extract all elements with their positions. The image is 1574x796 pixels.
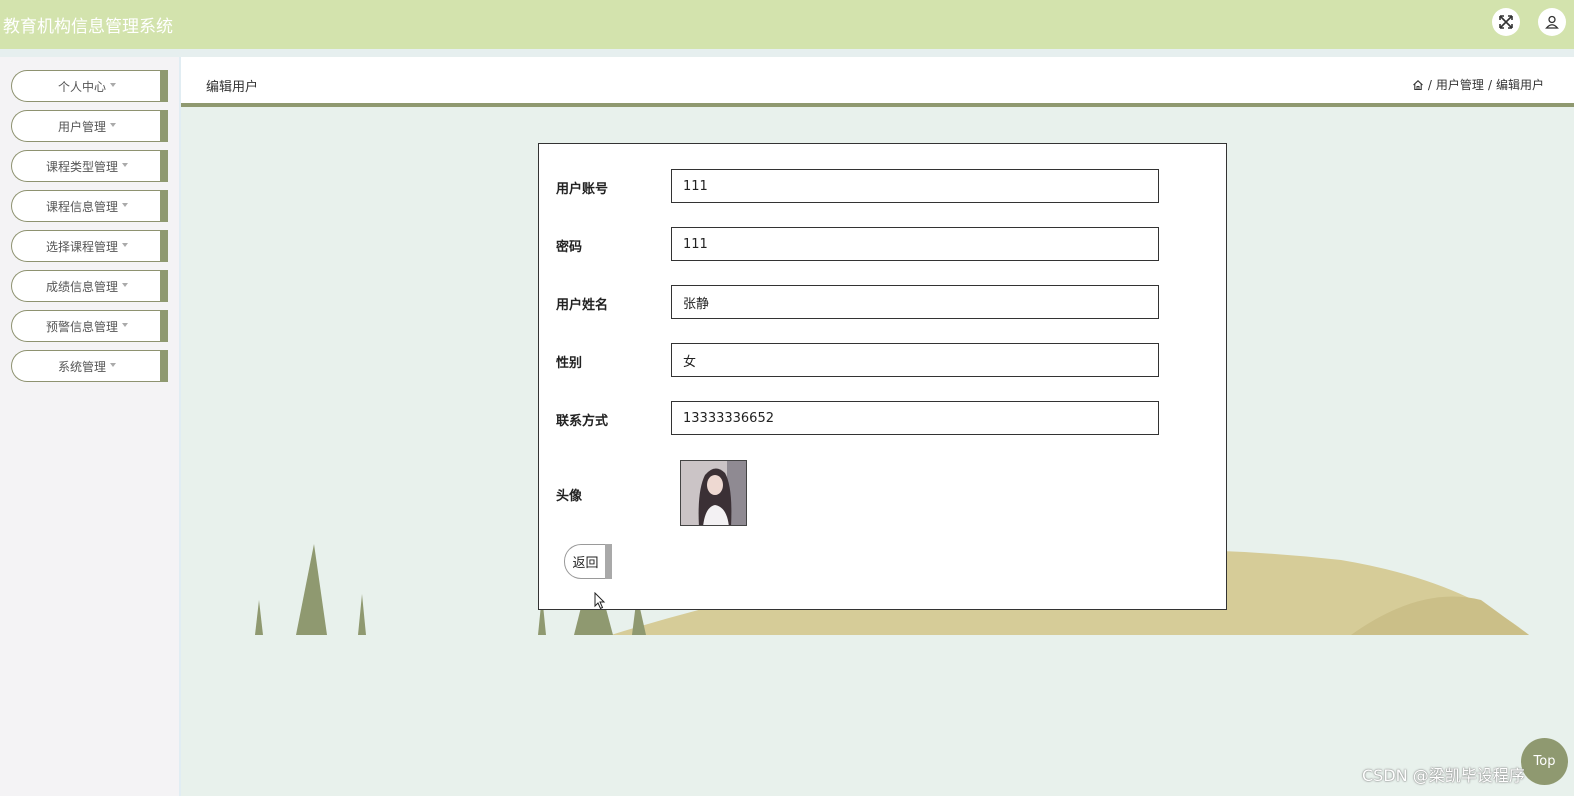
form-label-avatar: 头像 [556,489,583,504]
avatar-photo [681,461,746,525]
sidebar-item-personal-center[interactable]: 个人中心 [11,70,168,102]
sidebar-item-label: 个人中心 [57,79,106,94]
caret-down-icon [122,323,128,327]
caret-down-icon [110,123,116,127]
sidebar-item-grade-info-management[interactable]: 成绩信息管理 [11,270,168,302]
back-button[interactable]: 返回 [564,544,612,579]
menu-item-accent-bar [160,70,168,102]
back-button-accent-bar [605,544,612,579]
tree-shape [255,600,263,635]
avatar[interactable] [680,460,747,526]
breadcrumb: / 用户管理 / 编辑用户 [1412,76,1544,93]
menu-item-accent-bar [160,190,168,222]
account-input[interactable] [671,169,1159,203]
user-menu-button[interactable] [1538,8,1566,36]
menu-item-accent-bar [160,270,168,302]
caret-down-icon [122,283,128,287]
sidebar-item-course-info-management[interactable]: 课程信息管理 [11,190,168,222]
sidebar-item-label: 成绩信息管理 [45,279,118,294]
sidebar-item-user-management[interactable]: 用户管理 [11,110,168,142]
menu-item-accent-bar [160,310,168,342]
menu-item-accent-bar [160,110,168,142]
password-input[interactable] [671,227,1159,261]
caret-down-icon [122,163,128,167]
page-header: 编辑用户 / 用户管理 / 编辑用户 [181,57,1574,107]
top-bar: 教育机构信息管理系统 [0,0,1574,49]
sidebar-item-course-type-management[interactable]: 课程类型管理 [11,150,168,182]
breadcrumb-separator: / [1427,77,1432,92]
menu-item-accent-bar [160,350,168,382]
expand-arrows-icon [1499,15,1513,29]
edit-user-form: 用户账号 密码 用户姓名 性别 联系方式 头像 返回 [538,143,1227,610]
form-label-account: 用户账号 [556,182,609,197]
breadcrumb-item-user-management[interactable]: 用户管理 [1436,76,1484,93]
fullscreen-button[interactable] [1492,8,1520,36]
watermark: CSDN @梁凯毕设程序 [1362,766,1525,785]
form-label-name: 用户姓名 [556,298,609,313]
sidebar-item-label: 课程信息管理 [45,199,118,214]
sidebar-item-course-selection-management[interactable]: 选择课程管理 [11,230,168,262]
menu-item-accent-bar [160,150,168,182]
user-icon [1545,15,1559,29]
menu-item-accent-bar [160,230,168,262]
gender-input[interactable] [671,343,1159,377]
home-icon[interactable] [1412,79,1424,91]
sidebar-item-label: 系统管理 [57,359,106,374]
topbar-divider [0,49,1574,57]
sidebar: 个人中心 用户管理 课程类型管理 课程信息管理 选择课程管理 成绩信息管理 预警… [0,57,181,796]
sidebar-item-label: 预警信息管理 [45,319,118,334]
back-to-top-button[interactable]: Top [1521,738,1568,785]
breadcrumb-separator: / [1487,77,1492,92]
tree-shape [358,594,366,635]
phone-input[interactable] [671,401,1159,435]
page-title: 编辑用户 [206,80,259,95]
sidebar-item-label: 用户管理 [57,119,106,134]
form-label-phone: 联系方式 [556,414,609,429]
form-label-gender: 性别 [556,356,583,371]
form-label-password: 密码 [556,240,583,255]
caret-down-icon [110,83,116,87]
breadcrumb-item-edit-user: 编辑用户 [1495,78,1544,92]
mouse-cursor-icon [594,592,606,610]
back-to-top-label: Top [1533,754,1556,769]
back-button-label: 返回 [572,556,599,571]
sidebar-item-warning-info-management[interactable]: 预警信息管理 [11,310,168,342]
name-input[interactable] [671,285,1159,319]
caret-down-icon [122,203,128,207]
sidebar-item-label: 选择课程管理 [45,239,118,254]
sidebar-item-label: 课程类型管理 [45,159,118,174]
caret-down-icon [122,243,128,247]
caret-down-icon [110,363,116,367]
sidebar-item-system-management[interactable]: 系统管理 [11,350,168,382]
app-title: 教育机构信息管理系统 [3,17,173,37]
tree-shape [296,544,327,635]
